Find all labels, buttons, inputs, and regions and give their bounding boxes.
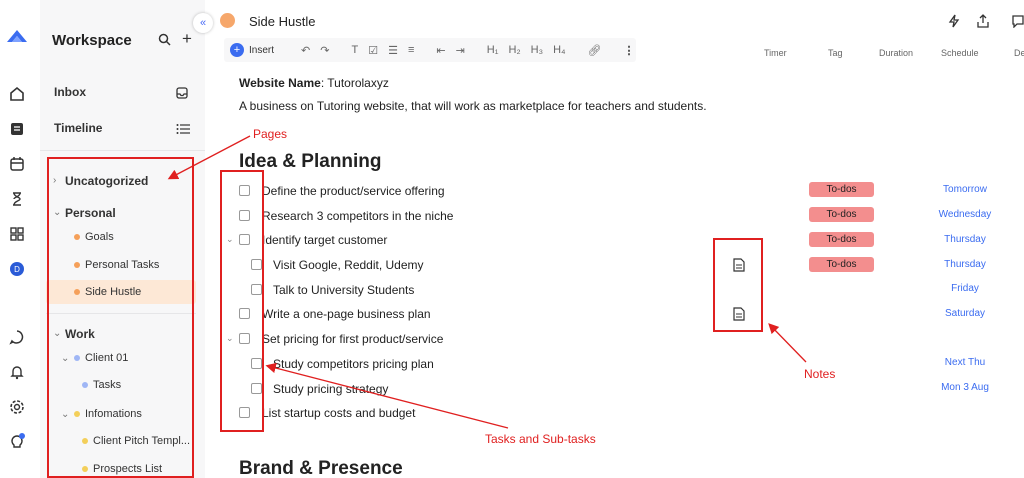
svg-text:D: D <box>14 265 20 274</box>
list-icon <box>176 122 190 140</box>
hourglass-icon[interactable] <box>7 189 27 209</box>
insert-button[interactable]: + Insert <box>230 43 274 57</box>
plus-icon: + <box>230 43 244 57</box>
schedule-date[interactable]: Mon 3 Aug <box>930 382 1000 393</box>
numbered-list-icon[interactable]: ≡ <box>408 44 414 56</box>
notes-annotation-label: Notes <box>804 367 836 381</box>
schedule-date[interactable]: Saturday <box>930 308 1000 319</box>
page-title: Side Hustle <box>249 14 316 29</box>
settings-gear-icon[interactable] <box>7 397 27 417</box>
heading1-button[interactable]: H₁ <box>487 44 499 56</box>
website-name-label: Website Name <box>239 76 321 90</box>
checkbox-list-icon[interactable]: ☑ <box>368 44 378 57</box>
section-heading-brand-presence: Brand & Presence <box>239 458 403 478</box>
column-header-duration[interactable]: Duration <box>879 48 913 58</box>
workspace-avatar[interactable]: D <box>7 259 27 279</box>
editor-toolbar: + Insert ↶ ↷ T ☑ ☰ ≡ ⇤ ⇥ H₁ H₂ H₃ H₄ 🔗︎ … <box>224 38 636 62</box>
workspace-title: Workspace <box>52 32 132 49</box>
task-item[interactable]: Set pricing for first product/service <box>262 332 443 346</box>
subtask-item[interactable]: Study competitors pricing plan <box>273 357 434 371</box>
comment-icon[interactable] <box>1011 14 1024 31</box>
tag-badge[interactable]: To-dos <box>809 232 874 247</box>
tag-badge[interactable]: To-dos <box>809 182 874 197</box>
task-item[interactable]: List startup costs and budget <box>262 406 415 420</box>
pages-highlight-box <box>47 157 194 478</box>
undo-icon[interactable]: ↶ <box>301 44 310 57</box>
task-item[interactable]: Define the product/service offering <box>262 184 445 198</box>
apps-grid-icon[interactable] <box>7 224 27 244</box>
app-logo[interactable] <box>5 28 29 44</box>
more-options-icon[interactable]: ⋮ <box>624 44 635 57</box>
sidebar-divider <box>40 150 205 151</box>
timeline-label: Timeline <box>54 121 103 135</box>
notes-highlight-box <box>713 238 763 332</box>
subtask-item[interactable]: Study pricing strategy <box>273 382 388 396</box>
column-header-due[interactable]: De <box>1014 48 1024 58</box>
redo-icon[interactable]: ↷ <box>320 44 329 57</box>
heading3-button[interactable]: H₃ <box>531 44 543 56</box>
heading2-button[interactable]: H₂ <box>508 44 520 56</box>
outdent-icon[interactable]: ⇤ <box>436 44 445 57</box>
chat-icon[interactable] <box>7 327 27 347</box>
page-color-dot[interactable] <box>220 13 235 28</box>
tag-badge[interactable]: To-dos <box>809 207 874 222</box>
sidebar-item-timeline[interactable]: Timeline <box>54 121 102 135</box>
column-header-schedule[interactable]: Schedule <box>941 48 979 58</box>
icon-rail: D <box>0 0 34 478</box>
home-icon[interactable] <box>7 84 27 104</box>
lightning-icon[interactable] <box>948 14 960 31</box>
calendar-icon[interactable] <box>7 154 27 174</box>
pages-annotation-label: Pages <box>253 127 288 141</box>
tasks-annotation-label: Tasks and Sub-tasks <box>485 432 596 446</box>
subtask-item[interactable]: Talk to University Students <box>273 283 414 297</box>
task-item[interactable]: Write a one-page business plan <box>262 307 431 321</box>
schedule-date[interactable]: Friday <box>930 283 1000 294</box>
column-header-tag[interactable]: Tag <box>828 48 843 58</box>
sidebar-item-inbox[interactable]: Inbox <box>54 85 86 99</box>
insert-label: Insert <box>249 44 275 56</box>
website-name-value: : Tutorolaxyz <box>320 76 389 90</box>
schedule-date[interactable]: Thursday <box>930 259 1000 270</box>
link-icon[interactable]: 🔗︎ <box>588 44 602 57</box>
task-item[interactable]: Research 3 competitors in the niche <box>262 209 453 223</box>
schedule-date[interactable]: Next Thu <box>930 357 1000 368</box>
indent-icon[interactable]: ⇥ <box>456 44 465 57</box>
business-description: A business on Tutoring website, that wil… <box>239 99 707 113</box>
docs-icon[interactable] <box>7 119 27 139</box>
subtask-item[interactable]: Visit Google, Reddit, Udemy <box>273 258 424 272</box>
column-header-timer[interactable]: Timer <box>764 48 787 58</box>
bell-icon[interactable] <box>7 362 27 382</box>
inbox-tray-icon <box>176 86 188 104</box>
share-upload-icon[interactable] <box>976 14 990 31</box>
task-item[interactable]: Identify target customer <box>262 233 387 247</box>
notes-arrow <box>768 323 807 363</box>
website-name-line: Website Name: Tutorolaxyz <box>239 76 389 90</box>
collapse-sidebar-button[interactable]: « <box>193 13 213 33</box>
search-icon[interactable] <box>158 33 171 51</box>
schedule-date[interactable]: Tomorrow <box>930 184 1000 195</box>
add-page-icon[interactable]: + <box>182 29 192 49</box>
lightbulb-icon[interactable] <box>7 432 27 452</box>
tag-badge[interactable]: To-dos <box>809 257 874 272</box>
text-format-icon[interactable]: T <box>351 44 358 56</box>
bullet-list-icon[interactable]: ☰ <box>388 44 398 57</box>
schedule-date[interactable]: Thursday <box>930 234 1000 245</box>
schedule-date[interactable]: Wednesday <box>930 209 1000 220</box>
inbox-label: Inbox <box>54 85 86 99</box>
tasks-highlight-box <box>220 170 264 432</box>
heading4-button[interactable]: H₄ <box>553 44 565 56</box>
